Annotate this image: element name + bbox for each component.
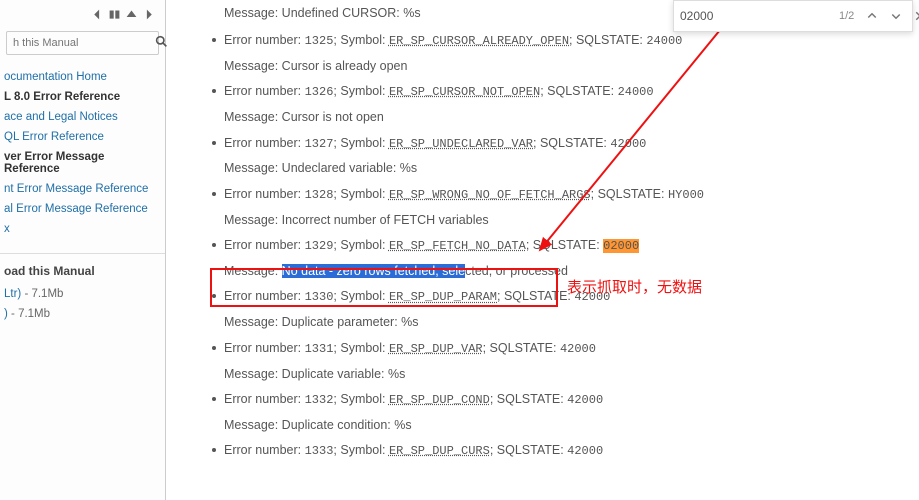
error-item: Error number: 1331; Symbol: ER_SP_DUP_VA…	[212, 340, 899, 383]
annotation-label: 表示抓取时，无数据	[567, 276, 702, 297]
nav-item-0[interactable]: ace and Legal Notices	[0, 107, 165, 127]
nav-section-title: L 8.0 Error Reference	[0, 87, 165, 107]
error-symbol: ER_SP_WRONG_NO_OF_FETCH_ARGS	[389, 188, 591, 202]
error-message: Message: No data - zero rows fetched, se…	[224, 263, 899, 281]
close-icon	[914, 10, 919, 22]
chevron-up-icon	[866, 10, 878, 22]
sidebar-search-input[interactable]	[13, 37, 155, 49]
sidebar-search[interactable]	[6, 31, 159, 55]
error-item: Error number: 1330; Symbol: ER_SP_DUP_PA…	[212, 288, 899, 331]
error-symbol: ER_SP_DUP_COND	[389, 393, 490, 407]
error-item: Error number: 1325; Symbol: ER_SP_CURSOR…	[212, 32, 899, 75]
download-size-2: - 7.1Mb	[8, 308, 50, 320]
chevron-down-icon	[890, 10, 902, 22]
sidebar-nav: ocumentation Home L 8.0 Error Reference …	[0, 67, 165, 239]
nav-item-5[interactable]: x	[0, 219, 165, 239]
error-header-line: Error number: 1332; Symbol: ER_SP_DUP_CO…	[224, 391, 899, 409]
book-icon[interactable]	[108, 8, 121, 21]
error-symbol: ER_SP_DUP_PARAM	[389, 290, 497, 304]
error-message: Message: Duplicate variable: %s	[224, 366, 899, 384]
error-message: Message: Undeclared variable: %s	[224, 160, 899, 178]
sqlstate: HY000	[668, 188, 704, 202]
sqlstate: 42000	[610, 137, 646, 151]
error-item: Error number: 1327; Symbol: ER_SP_UNDECL…	[212, 135, 899, 178]
download-size-1: - 7.1Mb	[21, 288, 63, 300]
find-count: 1/2	[839, 10, 854, 22]
download-line-1: Ltr) - 7.1Mb	[0, 284, 165, 304]
error-item: Error number: 1326; Symbol: ER_SP_CURSOR…	[212, 83, 899, 126]
sidebar: ocumentation Home L 8.0 Error Reference …	[0, 0, 166, 500]
find-next-button[interactable]	[886, 8, 906, 24]
sqlstate: 42000	[567, 444, 603, 458]
error-header-line: Error number: 1333; Symbol: ER_SP_DUP_CU…	[224, 442, 899, 460]
find-bar: 1/2	[673, 0, 913, 32]
sidebar-top-icons	[0, 4, 165, 31]
error-header-line: Error number: 1331; Symbol: ER_SP_DUP_VA…	[224, 340, 899, 358]
error-header-line: Error number: 1328; Symbol: ER_SP_WRONG_…	[224, 186, 899, 204]
error-item: Error number: 1328; Symbol: ER_SP_WRONG_…	[212, 186, 899, 229]
nav-item-3[interactable]: nt Error Message Reference	[0, 179, 165, 199]
error-symbol: ER_SP_DUP_VAR	[389, 342, 483, 356]
sqlstate-highlight: 02000	[603, 239, 639, 253]
error-message: Message: Duplicate condition: %s	[224, 417, 899, 435]
selected-text: No data - zero rows fetched, sele	[282, 264, 465, 278]
find-input[interactable]	[680, 9, 835, 23]
main-content: Message: Undefined CURSOR: %s Error numb…	[166, 0, 919, 500]
nav-home[interactable]: ocumentation Home	[0, 67, 165, 87]
error-message: Message: Incorrect number of FETCH varia…	[224, 212, 899, 230]
error-header-line: Error number: 1329; Symbol: ER_SP_FETCH_…	[224, 237, 899, 255]
error-symbol: ER_SP_CURSOR_ALREADY_OPEN	[389, 34, 569, 48]
download-line-2: ) - 7.1Mb	[0, 304, 165, 324]
error-symbol: ER_SP_FETCH_NO_DATA	[389, 239, 526, 253]
sqlstate: 42000	[560, 342, 596, 356]
error-header-line: Error number: 1327; Symbol: ER_SP_UNDECL…	[224, 135, 899, 153]
nav-item-2[interactable]: ver Error Message Reference	[0, 147, 165, 179]
error-symbol: ER_SP_DUP_CURS	[389, 444, 490, 458]
error-message: Message: Cursor is not open	[224, 109, 899, 127]
nav-up-icon[interactable]	[125, 8, 138, 21]
nav-back-icon[interactable]	[91, 8, 104, 21]
error-symbol: ER_SP_CURSOR_NOT_OPEN	[389, 85, 540, 99]
nav-item-1[interactable]: QL Error Reference	[0, 127, 165, 147]
error-item: Error number: 1329; Symbol: ER_SP_FETCH_…	[212, 237, 899, 280]
error-symbol: ER_SP_UNDECLARED_VAR	[389, 137, 533, 151]
download-head: oad this Manual	[0, 253, 165, 284]
nav-forward-icon[interactable]	[142, 8, 155, 21]
sqlstate: 24000	[618, 85, 654, 99]
find-prev-button[interactable]	[862, 8, 882, 24]
error-item: Error number: 1332; Symbol: ER_SP_DUP_CO…	[212, 391, 899, 434]
error-item: Error number: 1333; Symbol: ER_SP_DUP_CU…	[212, 442, 899, 460]
error-message: Message: Duplicate parameter: %s	[224, 314, 899, 332]
download-link-1[interactable]: Ltr)	[4, 288, 21, 300]
error-message: Message: Cursor is already open	[224, 58, 899, 76]
find-close-button[interactable]	[910, 8, 919, 24]
sqlstate: 24000	[646, 34, 682, 48]
nav-item-4[interactable]: al Error Message Reference	[0, 199, 165, 219]
error-list: Error number: 1325; Symbol: ER_SP_CURSOR…	[212, 32, 899, 460]
error-header-line: Error number: 1325; Symbol: ER_SP_CURSOR…	[224, 32, 899, 50]
sqlstate: 42000	[567, 393, 603, 407]
error-header-line: Error number: 1326; Symbol: ER_SP_CURSOR…	[224, 83, 899, 101]
error-header-line: Error number: 1330; Symbol: ER_SP_DUP_PA…	[224, 288, 899, 306]
